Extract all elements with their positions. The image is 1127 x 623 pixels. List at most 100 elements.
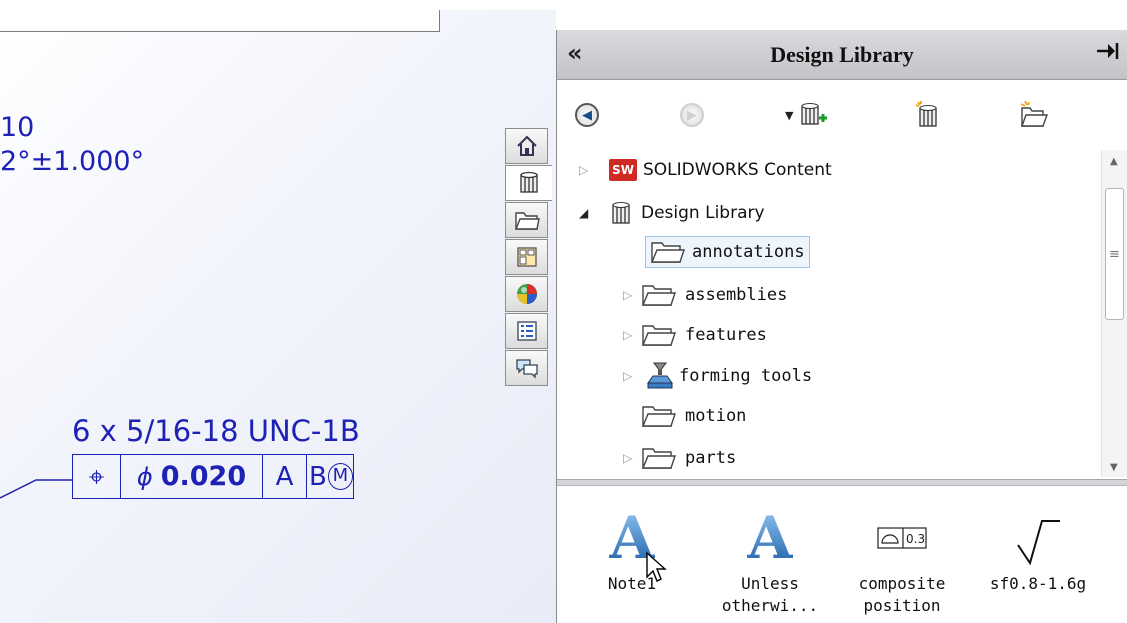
fcf-datum-b-cell: B M [307, 455, 353, 498]
library-item-label-2: otherwi... [721, 596, 819, 615]
tree-item-label: annotations [692, 242, 805, 262]
top-strip [0, 0, 1127, 10]
drawing-canvas[interactable]: 10 2°±1.000° 6 x 5/16-18 UNC-1B ⌖ ϕ 0.02… [0, 0, 556, 623]
folder-icon [650, 242, 685, 263]
library-items: A Note1 A Unless otherwi... 0.3 composit… [557, 487, 1127, 623]
tree-item-label: parts [685, 448, 737, 468]
pane-header: « Design Library [557, 30, 1127, 80]
forward-arrow-icon: ▶ [680, 103, 704, 127]
add-to-library-icon [801, 103, 828, 125]
diameter-symbol: ϕ [136, 462, 153, 491]
dropdown-arrow-icon: ▼ [785, 108, 794, 122]
appearances-icon [516, 284, 537, 304]
collapse-pane-button[interactable]: « [567, 39, 583, 67]
scroll-thumb[interactable]: ≡ [1105, 188, 1124, 320]
tab-file-explorer[interactable] [505, 202, 548, 238]
leader-line [0, 479, 72, 499]
folder-icon [514, 212, 540, 230]
back-arrow-icon: ◀ [575, 103, 599, 127]
create-new-folder-button[interactable] [1019, 98, 1049, 132]
pane-splitter[interactable] [557, 479, 1127, 486]
hole-callout-text[interactable]: 6 x 5/16-18 UNC-1B [72, 414, 360, 448]
folder-icon [641, 406, 676, 427]
design-library-icon [612, 202, 630, 224]
pin-icon [1097, 43, 1119, 59]
collapse-arrow-icon[interactable]: ◢ [579, 206, 597, 220]
grip-icon: ≡ [1109, 246, 1120, 262]
mouse-cursor-icon [646, 551, 667, 582]
home-icon [516, 135, 537, 156]
dimension-text-fragment[interactable]: 10 [0, 112, 34, 143]
note-icon: A [747, 504, 793, 572]
forum-icon [515, 359, 538, 379]
forming-tools-icon [647, 362, 673, 389]
tree-item-solidworks-content[interactable]: ▷ SW SOLIDWORKS Content [579, 152, 832, 188]
profile-tolerance-value: 0.3 [906, 532, 925, 546]
tree-item-motion[interactable]: motion [641, 398, 746, 434]
library-tree: ▷ SW SOLIDWORKS Content ◢ Design Library… [557, 150, 1127, 477]
solidworks-icon: SW [609, 159, 637, 181]
scroll-up-icon[interactable]: ▲ [1110, 156, 1118, 167]
expand-arrow-icon[interactable]: ▷ [623, 328, 641, 342]
library-item-label: Note1 [607, 574, 657, 593]
fcf-tolerance-value: 0.020 [160, 461, 247, 492]
tree-item-parts[interactable]: ▷ parts [623, 440, 736, 476]
tree-item-label: motion [685, 406, 747, 426]
tab-forum[interactable] [505, 350, 548, 386]
tree-item-label: forming tools [679, 366, 813, 386]
feature-control-frame[interactable]: ⌖ ϕ 0.020 A B M [72, 454, 354, 499]
tree-item-label: features [685, 325, 767, 345]
back-button[interactable]: ◀ [575, 98, 599, 132]
profile-tolerance-icon: 0.3 [877, 527, 927, 549]
library-item-composite-position[interactable]: 0.3 composite position [847, 487, 957, 623]
fcf-datum-a: A [263, 455, 307, 498]
tree-item-features[interactable]: ▷ features [623, 317, 767, 353]
tree-scrollbar[interactable]: ▲ ≡ ▼ [1101, 150, 1127, 477]
tree-item-forming-tools[interactable]: ▷ forming tools [623, 358, 812, 394]
expand-arrow-icon[interactable]: ▷ [579, 163, 597, 177]
mmc-modifier-icon: M [327, 463, 353, 490]
fcf-datum-b: B [309, 461, 327, 492]
tree-item-label: SOLIDWORKS Content [643, 160, 832, 180]
tree-item-annotations[interactable]: annotations [645, 234, 810, 270]
new-folder-icon [1020, 100, 1048, 127]
expand-arrow-icon[interactable]: ▷ [623, 369, 641, 383]
tree-item-assemblies[interactable]: ▷ assemblies [623, 277, 787, 313]
library-item-note1[interactable]: A Note1 [577, 487, 687, 623]
design-library-pane: « Design Library ◀ ▶ ▼ ▷ SW SOLIDWORKS C… [556, 30, 1127, 623]
add-file-location-button[interactable] [914, 98, 942, 132]
library-item-label: composite [858, 574, 946, 593]
add-to-library-button[interactable]: ▼ [785, 98, 828, 132]
angle-tolerance-text[interactable]: 2°±1.000° [0, 146, 144, 177]
tab-design-library[interactable] [505, 165, 552, 201]
pin-pane-button[interactable] [1095, 41, 1121, 67]
custom-properties-icon [516, 321, 537, 341]
tab-solidworks-resources[interactable] [505, 128, 548, 164]
pane-title: Design Library [770, 41, 914, 67]
folder-icon [641, 448, 676, 469]
tree-item-design-library[interactable]: ◢ Design Library [579, 195, 765, 231]
fcf-tolerance-cell: ϕ 0.020 [121, 455, 263, 498]
library-item-label-2: position [863, 596, 941, 615]
position-symbol-icon: ⌖ [73, 455, 121, 498]
tab-custom-properties[interactable] [505, 313, 548, 349]
library-item-unless-otherwise[interactable]: A Unless otherwi... [715, 487, 825, 623]
folder-icon [641, 325, 676, 346]
tab-view-palette[interactable] [505, 239, 548, 275]
surface-finish-icon [1017, 520, 1060, 566]
scroll-down-icon[interactable]: ▼ [1110, 462, 1118, 473]
view-palette-icon [516, 247, 537, 267]
tab-appearances[interactable] [505, 276, 548, 312]
tree-item-selection: annotations [645, 236, 810, 268]
forward-button[interactable]: ▶ [680, 98, 704, 132]
canvas-top-box [0, 10, 440, 32]
folder-icon [641, 285, 676, 306]
expand-arrow-icon[interactable]: ▷ [623, 451, 641, 465]
add-file-location-icon [915, 101, 937, 127]
design-library-icon [520, 171, 538, 193]
task-pane-tabs [505, 128, 552, 386]
expand-arrow-icon[interactable]: ▷ [623, 288, 641, 302]
pane-toolbar: ◀ ▶ ▼ [557, 80, 1127, 150]
tree-item-label: assemblies [685, 285, 788, 305]
library-item-surface-finish[interactable]: sf0.8-1.6g [983, 487, 1093, 623]
